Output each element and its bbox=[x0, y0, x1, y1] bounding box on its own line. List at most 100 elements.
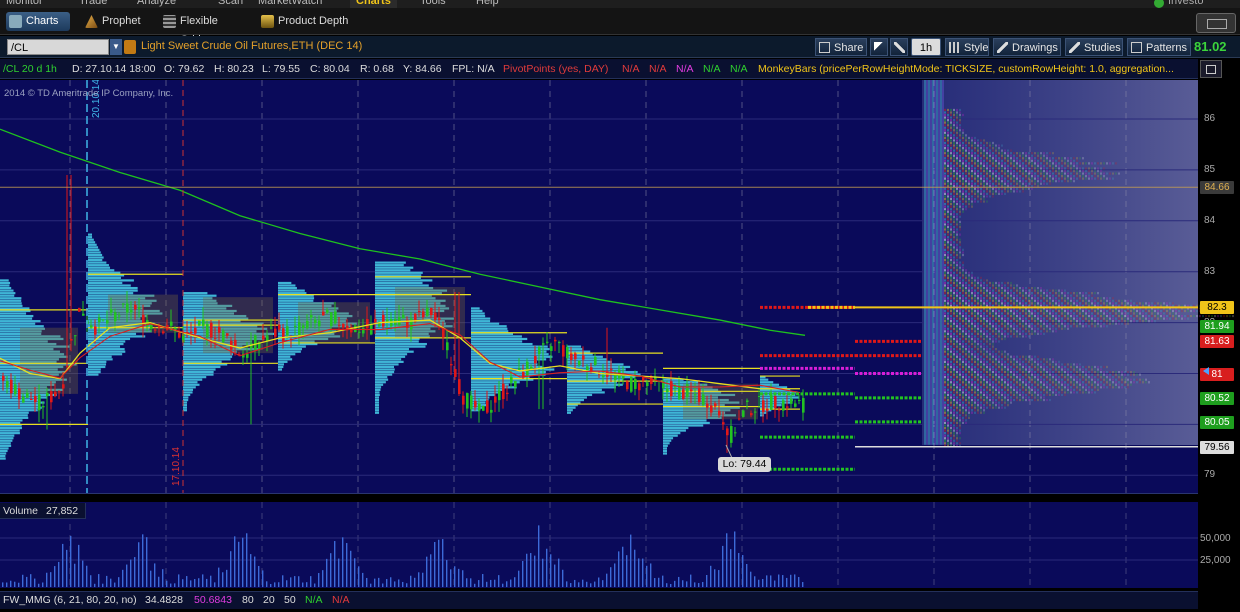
header-open: O: 79.62 bbox=[164, 63, 205, 75]
candle-body bbox=[78, 307, 81, 312]
candle-body bbox=[58, 391, 61, 393]
volume-bar bbox=[214, 582, 216, 587]
patterns-button[interactable]: Patterns bbox=[1127, 38, 1191, 56]
window-layout-button[interactable] bbox=[1196, 13, 1236, 33]
interval-button[interactable]: 1h bbox=[911, 38, 941, 56]
profile-row bbox=[278, 360, 288, 363]
tab-charts[interactable]: Charts bbox=[6, 12, 70, 31]
candle-body bbox=[718, 410, 721, 416]
main-menu-item-tools[interactable]: Tools bbox=[414, 0, 452, 8]
profile-row bbox=[375, 340, 419, 343]
symbol-input[interactable]: /CL bbox=[7, 39, 109, 55]
main-menu-item-marketwatch[interactable]: MarketWatch bbox=[252, 0, 328, 8]
profile-row bbox=[0, 289, 14, 292]
volume-bar bbox=[46, 572, 48, 587]
candle-body bbox=[730, 426, 733, 443]
symbol-dropdown-button[interactable]: ▼ bbox=[110, 39, 122, 55]
account-indicator[interactable]: Investo bbox=[1150, 0, 1240, 8]
profile-row bbox=[88, 251, 101, 254]
candle-body bbox=[478, 403, 481, 411]
volume-bar bbox=[334, 541, 336, 587]
profile-row bbox=[88, 236, 93, 239]
candle-body bbox=[458, 379, 461, 395]
volume-bar bbox=[374, 578, 376, 587]
candle-body bbox=[402, 314, 405, 319]
volume-bar bbox=[210, 575, 212, 587]
volume-bar bbox=[422, 572, 424, 587]
header-pivotpoints[interactable]: PivotPoints (yes, DAY) bbox=[503, 63, 608, 75]
profile-row bbox=[471, 322, 500, 325]
profile-row bbox=[663, 444, 668, 447]
candle-body bbox=[790, 398, 793, 404]
candle-body bbox=[446, 342, 449, 351]
candle-body bbox=[494, 396, 497, 403]
header-monkeybars[interactable]: MonkeyBars (pricePerRowHeightMode: TICKS… bbox=[758, 63, 1174, 75]
candle-body bbox=[506, 392, 509, 395]
candle-body bbox=[566, 346, 569, 359]
candle-body bbox=[46, 392, 49, 397]
indicator-name[interactable]: FW_MMG (6, 21, 80, 20, no) bbox=[3, 594, 137, 606]
main-menu-item-trade[interactable]: Trade bbox=[73, 0, 113, 8]
profile-row bbox=[278, 365, 284, 369]
profile-row bbox=[471, 337, 528, 341]
style-button[interactable]: Style bbox=[945, 38, 989, 56]
candle-body bbox=[274, 328, 277, 337]
profile-row bbox=[88, 342, 124, 346]
volume-axis-50000: 50,000 bbox=[1200, 533, 1231, 544]
profile-row bbox=[0, 454, 6, 458]
profile-row bbox=[278, 363, 285, 366]
volume-bar bbox=[346, 543, 348, 587]
volume-bar bbox=[794, 574, 796, 587]
profile-row bbox=[0, 286, 12, 290]
main-menu-item-monitor[interactable]: Monitor bbox=[0, 0, 49, 8]
profile-row bbox=[183, 404, 187, 407]
main-menu-item-charts[interactable]: Charts bbox=[350, 0, 397, 8]
chart-settings-icon[interactable] bbox=[1200, 60, 1222, 78]
candle-body bbox=[698, 388, 701, 403]
crosshair-icon bbox=[874, 42, 885, 53]
profile-row bbox=[375, 368, 395, 371]
candle-body bbox=[330, 312, 333, 327]
cursor-tool-button[interactable] bbox=[870, 38, 888, 56]
candle-body bbox=[758, 396, 761, 398]
profile-row bbox=[567, 409, 573, 412]
candle-body bbox=[326, 310, 329, 313]
profile-row bbox=[88, 281, 123, 285]
main-menu-item-scan[interactable]: Scan bbox=[212, 0, 249, 8]
volume-bar bbox=[30, 574, 32, 587]
volume-bar bbox=[438, 539, 440, 587]
indicator-value-4: 20 bbox=[263, 594, 275, 606]
tab-prophet[interactable]: Prophet bbox=[82, 12, 150, 31]
profile-row bbox=[375, 266, 414, 269]
candle-body bbox=[466, 393, 469, 409]
price-panel-border bbox=[0, 493, 1198, 494]
candle-body bbox=[570, 353, 573, 360]
header-pivot-na-5: N/A bbox=[730, 63, 748, 75]
profile-row bbox=[471, 325, 507, 328]
share-button[interactable]: Share bbox=[815, 38, 867, 56]
candle-body bbox=[774, 396, 777, 408]
profile-row bbox=[88, 284, 131, 287]
volume-bar bbox=[254, 556, 256, 587]
profile-row bbox=[0, 294, 15, 297]
window-icon bbox=[1207, 19, 1227, 29]
volume-bar bbox=[546, 548, 548, 587]
tab-flexible-grid[interactable]: Flexible Grid bbox=[160, 12, 246, 46]
tab-product-depth[interactable]: Product Depth bbox=[258, 12, 358, 31]
drawings-button[interactable]: Drawings bbox=[993, 38, 1061, 56]
candle-body bbox=[62, 384, 65, 389]
main-menu-item-help[interactable]: Help bbox=[470, 0, 505, 8]
volume-bar bbox=[534, 555, 536, 587]
profile-row bbox=[183, 391, 193, 394]
style-icon bbox=[949, 42, 960, 53]
settings-button[interactable] bbox=[890, 38, 908, 56]
profile-row bbox=[375, 360, 404, 363]
link-icon[interactable] bbox=[124, 40, 136, 54]
candle-body bbox=[610, 368, 613, 370]
chart-area[interactable]: 20.10.14 17.10.14 2014 © TD Ameritrade I… bbox=[0, 80, 1240, 592]
candle-body bbox=[42, 406, 45, 408]
volume-bar bbox=[162, 569, 164, 587]
studies-button[interactable]: Studies bbox=[1065, 38, 1123, 56]
main-menu-item-analyze[interactable]: Analyze bbox=[131, 0, 182, 8]
profile-row bbox=[567, 376, 636, 379]
